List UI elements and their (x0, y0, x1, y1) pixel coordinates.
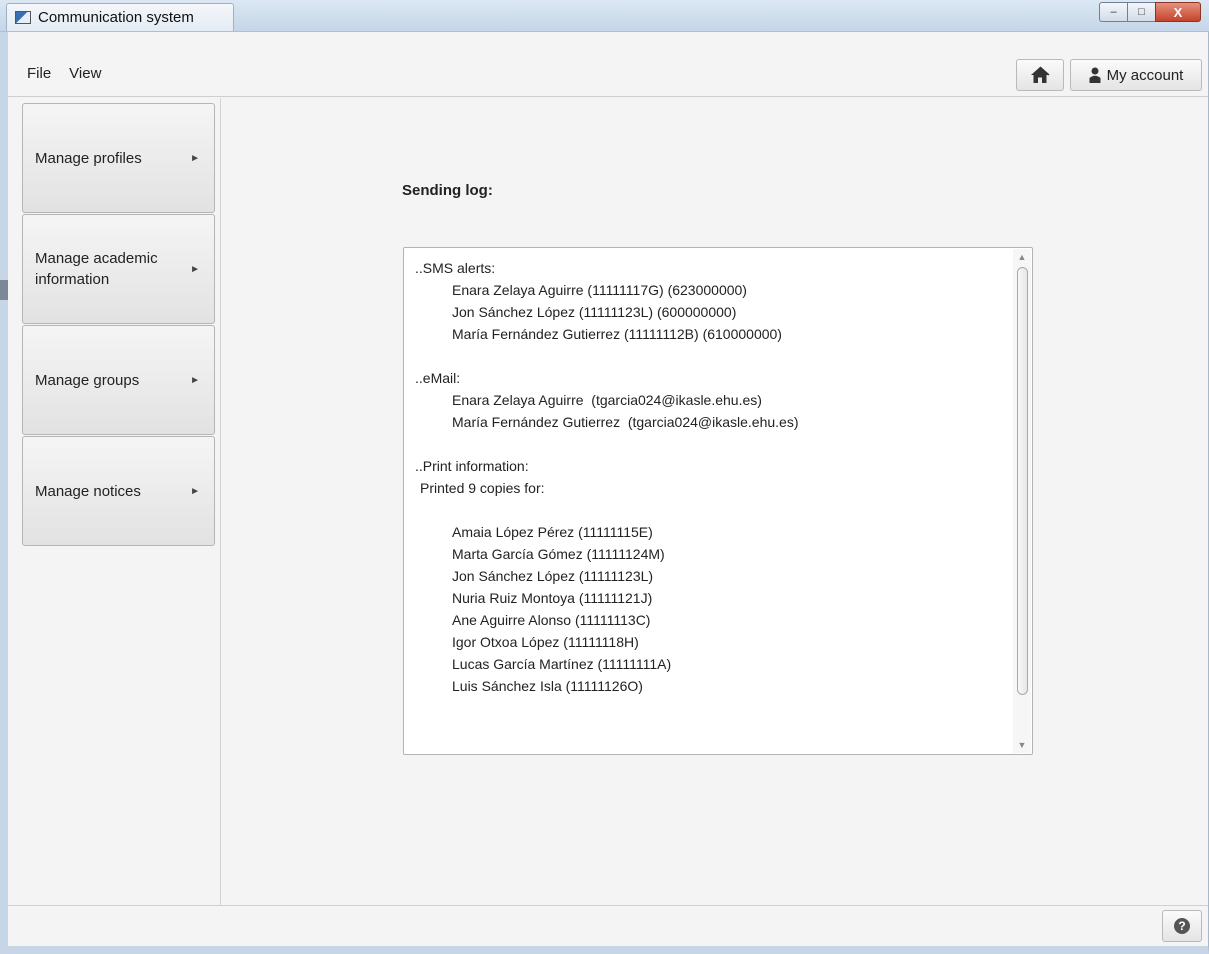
sidebar-item-label: Manage profiles (35, 149, 142, 167)
log-line: Nuria Ruiz Montoya (11111121J) (452, 590, 653, 606)
help-icon: ? (1174, 918, 1190, 934)
content-divider (220, 98, 221, 906)
home-icon (1031, 66, 1050, 83)
log-line: María Fernández Gutierrez (tgarcia024@ik… (452, 414, 799, 430)
log-section-print-header: ..Print information: (415, 458, 529, 474)
log-line: María Fernández Gutierrez (11111112B) (6… (452, 326, 782, 342)
log-print-summary: Printed 9 copies for: (420, 480, 545, 496)
log-line: Enara Zelaya Aguirre (11111117G) (623000… (452, 282, 747, 298)
sidebar-item-manage-notices[interactable]: Manage notices ► (22, 436, 215, 546)
sidebar-item-manage-profiles[interactable]: Manage profiles ► (22, 103, 215, 213)
window-title-tab: Communication system (6, 3, 234, 31)
log-blank-line (415, 433, 1008, 455)
submenu-arrow-icon: ► (190, 152, 200, 164)
sidebar-item-label: Manage groups (35, 371, 140, 389)
log-blank-line (415, 345, 1008, 367)
scroll-thumb[interactable] (1017, 267, 1028, 695)
log-line: Lucas García Martínez (11111111A) (452, 656, 672, 672)
vertical-scrollbar[interactable]: ▲ ▼ (1013, 249, 1031, 753)
menu-view[interactable]: View (60, 65, 110, 82)
sending-log-textarea[interactable]: ..SMS alerts: Enara Zelaya Aguirre (1111… (403, 247, 1033, 755)
log-section-sms-header: ..SMS alerts: (415, 260, 496, 276)
log-section-email-header: ..eMail: (415, 370, 461, 386)
sidebar-item-label: Manage academic information (35, 250, 158, 288)
maximize-button[interactable]: □ (1127, 2, 1155, 22)
submenu-arrow-icon: ► (190, 374, 200, 386)
help-button[interactable]: ? (1162, 910, 1202, 942)
menu-bar: File View My account (8, 57, 1208, 97)
window-controls: – □ X (1099, 2, 1201, 22)
close-icon: X (1173, 4, 1183, 20)
sidebar-item-manage-groups[interactable]: Manage groups ► (22, 325, 215, 435)
app-icon (15, 11, 31, 24)
log-line: Amaia López Pérez (11111115E) (452, 524, 653, 540)
log-line: Igor Otxoa López (11111118H) (452, 634, 639, 650)
sidebar-item-manage-academic-information[interactable]: Manage academic information ► (22, 214, 215, 324)
maximize-icon: □ (1138, 6, 1145, 18)
scroll-up-icon[interactable]: ▲ (1013, 250, 1031, 264)
log-content: ..SMS alerts: Enara Zelaya Aguirre (1111… (415, 257, 1008, 697)
submenu-arrow-icon: ► (190, 263, 200, 275)
scroll-down-icon[interactable]: ▼ (1013, 738, 1031, 752)
log-line: Enara Zelaya Aguirre (tgarcia024@ikasle.… (452, 392, 762, 408)
log-line: Jon Sánchez López (11111123L) (600000000… (452, 304, 737, 320)
minimize-button[interactable]: – (1099, 2, 1127, 22)
submenu-arrow-icon: ► (190, 485, 200, 497)
sidebar: Manage profiles ► Manage academic inform… (22, 103, 215, 547)
page-title: Sending log: (402, 182, 493, 199)
log-line: Marta García Gómez (11111124M) (452, 546, 665, 562)
menu-file[interactable]: File (18, 65, 60, 82)
sidebar-item-label: Manage notices (35, 482, 141, 500)
minimize-icon: – (1110, 6, 1117, 18)
my-account-label: My account (1106, 66, 1184, 84)
status-bar: ? (8, 905, 1208, 946)
log-line: Jon Sánchez López (11111123L) (452, 568, 654, 584)
log-line: Ane Aguirre Alonso (11111113C) (452, 612, 651, 628)
log-line: Luis Sánchez Isla (11111126O) (452, 678, 643, 694)
window-title: Communication system (38, 9, 194, 26)
window-resize-edge[interactable] (0, 280, 8, 300)
log-blank-line (415, 499, 1008, 521)
title-bar: Communication system – □ X (0, 0, 1209, 32)
my-account-button[interactable]: My account (1070, 59, 1202, 91)
home-button[interactable] (1016, 59, 1064, 91)
close-button[interactable]: X (1155, 2, 1201, 22)
user-icon (1089, 67, 1101, 83)
